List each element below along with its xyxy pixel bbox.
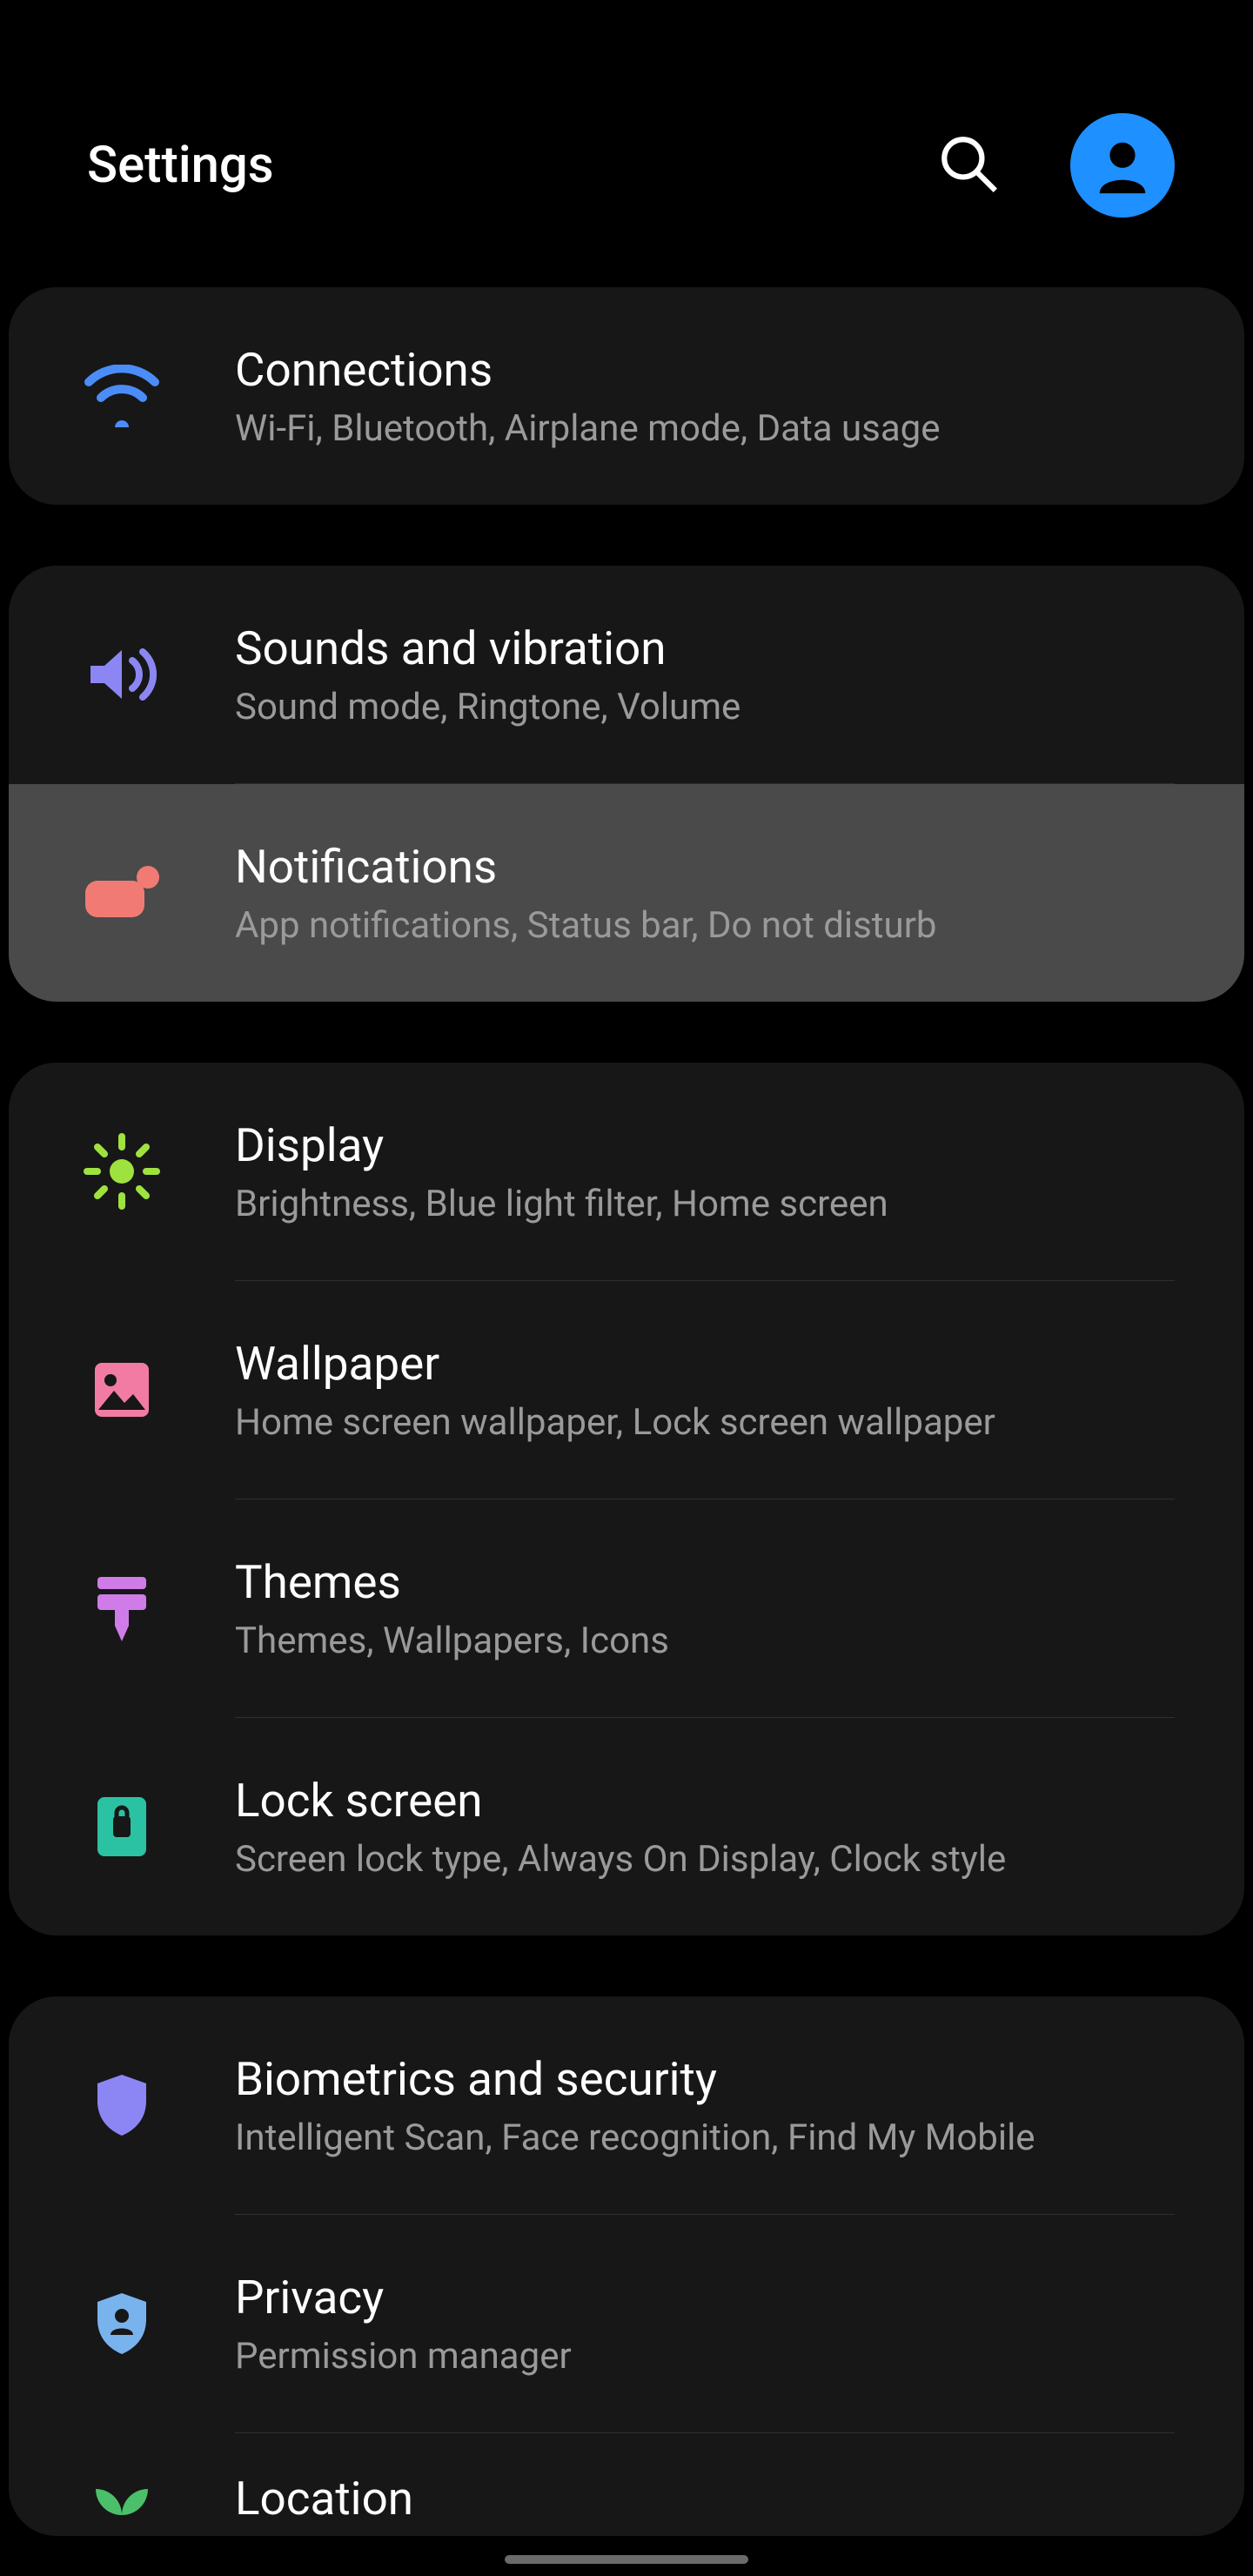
item-title: Wallpaper xyxy=(235,1337,1209,1391)
wifi-icon xyxy=(9,365,235,427)
item-text: Location xyxy=(235,2472,1244,2536)
home-indicator[interactable] xyxy=(505,2555,748,2564)
item-subtitle: Themes, Wallpapers, Icons xyxy=(235,1620,1209,1662)
item-subtitle: Home screen wallpaper, Lock screen wallp… xyxy=(235,1401,1209,1444)
item-text: Privacy Permission manager xyxy=(235,2271,1244,2378)
lock-icon xyxy=(9,1794,235,1860)
item-text: Connections Wi-Fi, Bluetooth, Airplane m… xyxy=(235,343,1244,450)
settings-group: Biometrics and security Intelligent Scan… xyxy=(9,1996,1244,2536)
item-text: Wallpaper Home screen wallpaper, Lock sc… xyxy=(235,1337,1244,1444)
item-title: Privacy xyxy=(235,2271,1209,2324)
settings-item-sounds[interactable]: Sounds and vibration Sound mode, Rington… xyxy=(9,566,1244,783)
item-title: Lock screen xyxy=(235,1774,1209,1828)
search-icon xyxy=(936,131,1001,196)
settings-item-wallpaper[interactable]: Wallpaper Home screen wallpaper, Lock sc… xyxy=(9,1281,1244,1499)
item-title: Themes xyxy=(235,1555,1209,1609)
item-text: Display Brightness, Blue light filter, H… xyxy=(235,1118,1244,1225)
settings-item-display[interactable]: Display Brightness, Blue light filter, H… xyxy=(9,1063,1244,1280)
settings-group: Display Brightness, Blue light filter, H… xyxy=(9,1063,1244,1935)
header: Settings xyxy=(0,0,1253,270)
paint-icon xyxy=(9,1572,235,1645)
item-subtitle: Screen lock type, Always On Display, Clo… xyxy=(235,1838,1209,1881)
settings-item-location[interactable]: Location xyxy=(9,2433,1244,2536)
item-text: Lock screen Screen lock type, Always On … xyxy=(235,1774,1244,1881)
item-text: Sounds and vibration Sound mode, Rington… xyxy=(235,621,1244,728)
item-subtitle: Wi-Fi, Bluetooth, Airplane mode, Data us… xyxy=(235,407,1209,450)
shield-person-icon xyxy=(9,2290,235,2358)
settings-item-notifications[interactable]: Notifications App notifications, Status … xyxy=(9,784,1244,1002)
item-title: Sounds and vibration xyxy=(235,621,1209,675)
item-title: Connections xyxy=(235,343,1209,397)
item-subtitle: Brightness, Blue light filter, Home scre… xyxy=(235,1183,1209,1225)
settings-group: Sounds and vibration Sound mode, Rington… xyxy=(9,566,1244,1002)
item-title: Location xyxy=(235,2472,1209,2526)
page-title: Settings xyxy=(87,136,936,195)
settings-item-privacy[interactable]: Privacy Permission manager xyxy=(9,2215,1244,2432)
brightness-icon xyxy=(9,1131,235,1211)
item-text: Themes Themes, Wallpapers, Icons xyxy=(235,1555,1244,1662)
settings-groups: Connections Wi-Fi, Bluetooth, Airplane m… xyxy=(0,270,1253,2536)
profile-button[interactable] xyxy=(1070,113,1175,218)
settings-item-themes[interactable]: Themes Themes, Wallpapers, Icons xyxy=(9,1499,1244,1717)
item-subtitle: Permission manager xyxy=(235,2335,1209,2378)
header-actions xyxy=(936,113,1201,218)
item-title: Notifications xyxy=(235,840,1209,894)
settings-item-biometrics[interactable]: Biometrics and security Intelligent Scan… xyxy=(9,1996,1244,2214)
notification-icon xyxy=(9,865,235,921)
image-icon xyxy=(9,1359,235,1420)
item-text: Biometrics and security Intelligent Scan… xyxy=(235,2052,1244,2159)
shield-icon xyxy=(9,2071,235,2139)
item-title: Biometrics and security xyxy=(235,2052,1209,2106)
item-subtitle: App notifications, Status bar, Do not di… xyxy=(235,904,1209,947)
volume-icon xyxy=(9,643,235,706)
item-subtitle: Intelligent Scan, Face recognition, Find… xyxy=(235,2116,1209,2159)
settings-item-connections[interactable]: Connections Wi-Fi, Bluetooth, Airplane m… xyxy=(9,287,1244,505)
location-icon xyxy=(9,2480,235,2515)
item-subtitle: Sound mode, Ringtone, Volume xyxy=(235,686,1209,728)
settings-item-lockscreen[interactable]: Lock screen Screen lock type, Always On … xyxy=(9,1718,1244,1935)
person-icon xyxy=(1092,135,1153,196)
item-text: Notifications App notifications, Status … xyxy=(235,840,1244,947)
item-title: Display xyxy=(235,1118,1209,1172)
settings-group: Connections Wi-Fi, Bluetooth, Airplane m… xyxy=(9,287,1244,505)
settings-screen: Settings xyxy=(0,0,1253,2576)
search-button[interactable] xyxy=(936,131,1001,199)
